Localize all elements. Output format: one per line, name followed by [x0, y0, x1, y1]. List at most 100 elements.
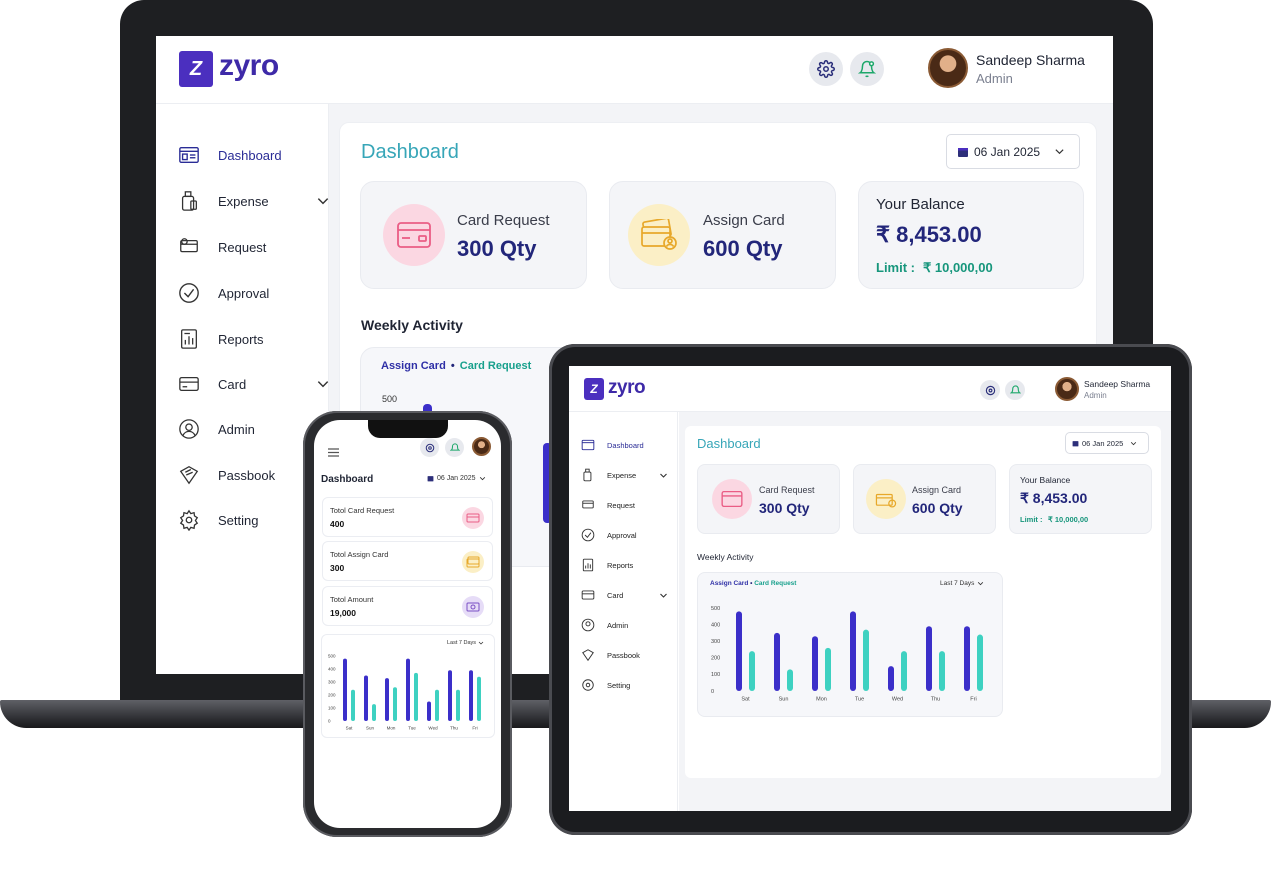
total-amount-row[interactable]: Totol Amount 19,000 — [322, 586, 493, 626]
card-request-card[interactable]: Card Request 300 Qty — [697, 464, 840, 534]
avatar[interactable] — [472, 437, 491, 456]
sidebar-item-approval[interactable]: Approval — [581, 528, 637, 542]
y-tick-label: 500 — [711, 606, 720, 612]
bar-card-request[interactable] — [977, 634, 983, 691]
limit-value: ₹ 10,000,00 — [1048, 515, 1089, 524]
settings-button[interactable] — [980, 380, 1000, 400]
bar-card-request[interactable] — [393, 687, 397, 721]
dashboard-icon — [581, 439, 595, 451]
bar-card-request[interactable] — [787, 669, 793, 691]
total-card-request-row[interactable]: Totol Card Request 400 — [322, 497, 493, 537]
sidebar-item-admin[interactable]: Admin — [581, 618, 628, 632]
bar-card-request[interactable] — [351, 689, 355, 721]
legend-assign-card: Assign Card — [381, 360, 446, 372]
bar-assign-card[interactable] — [888, 666, 894, 691]
sidebar-item-passbook[interactable]: Passbook — [581, 648, 640, 662]
sidebar-item-expense[interactable]: Expense — [178, 190, 329, 212]
limit-value: ₹ 10,000,00 — [923, 260, 993, 275]
sidebar-item-expense[interactable]: Expense — [581, 468, 669, 482]
logo-mark[interactable]: Z — [584, 378, 604, 400]
bar-card-request[interactable] — [939, 651, 945, 691]
user-icon — [179, 419, 199, 439]
logo-text[interactable]: zyro — [219, 49, 279, 83]
chevron-down-icon — [1055, 149, 1064, 155]
sidebar-item-approval[interactable]: Approval — [178, 282, 269, 304]
bar-assign-card[interactable] — [364, 675, 368, 722]
notifications-button[interactable] — [445, 438, 464, 457]
bar-assign-card[interactable] — [343, 658, 347, 721]
total-assign-card-row[interactable]: Totol Assign Card 300 — [322, 541, 493, 581]
card-request-value: 300 Qty — [457, 236, 537, 261]
menu-button[interactable] — [328, 444, 339, 462]
chevron-down-icon — [317, 381, 329, 388]
top-header: Z zyro Sandeep Sharma Admin — [156, 36, 1113, 104]
bar-assign-card[interactable] — [850, 611, 856, 691]
card-request-card[interactable]: Card Request 300 Qty — [360, 181, 587, 289]
balance-label: Your Balance — [1020, 475, 1071, 485]
bar-assign-card[interactable] — [812, 636, 818, 691]
logo-text[interactable]: zyro — [608, 377, 646, 399]
sidebar-item-setting[interactable]: Setting — [178, 509, 258, 531]
bar-assign-card[interactable] — [427, 701, 431, 722]
settings-button[interactable] — [809, 52, 843, 86]
weekly-activity-card: Assign Card • Card Request Last 7 Days 5… — [697, 572, 1003, 717]
sidebar-item-reports[interactable]: Reports — [178, 328, 264, 350]
settings-button[interactable] — [420, 438, 439, 457]
sidebar-item-label: Reports — [607, 560, 634, 570]
bar-assign-card[interactable] — [926, 626, 932, 691]
sidebar-item-dashboard[interactable]: Dashboard — [178, 144, 282, 166]
bar-card-request[interactable] — [863, 629, 869, 691]
range-value: Last 7 Days — [940, 580, 975, 587]
assign-card-label: Assign Card — [912, 485, 962, 495]
bar-card-request[interactable] — [414, 672, 418, 721]
assign-card-card[interactable]: Assign Card 600 Qty — [609, 181, 836, 289]
avatar[interactable] — [928, 48, 968, 88]
tablet-bar-chart: 500 400 300 200 100 0 Sat Sun Mon Tue Wed Thu Fri — [711, 606, 983, 703]
balance-card[interactable]: Your Balance ₹ 8,453.00 Limit : ₹ 10,000… — [858, 181, 1084, 289]
sidebar-item-dashboard[interactable]: Dashboard — [581, 438, 644, 452]
sidebar-item-admin[interactable]: Admin — [178, 418, 255, 440]
page-title: Dashboard — [361, 141, 459, 163]
date-picker[interactable]: 06 Jan 2025 — [946, 134, 1080, 169]
x-tick-label: Tue — [855, 697, 864, 703]
sidebar-item-label: Approval — [218, 285, 270, 301]
bar-assign-card[interactable] — [774, 632, 780, 691]
notifications-button[interactable] — [850, 52, 884, 86]
bar-assign-card[interactable] — [448, 670, 452, 721]
balance-value: ₹ 8,453.00 — [876, 222, 982, 247]
chevron-down-icon — [660, 593, 667, 598]
bar-assign-card[interactable] — [469, 670, 473, 721]
date-picker[interactable]: 06 Jan 2025 — [1065, 432, 1149, 454]
assign-card-card[interactable]: Assign Card 600 Qty — [853, 464, 996, 534]
bar-assign-card[interactable] — [385, 678, 389, 721]
bar-assign-card[interactable] — [406, 658, 410, 721]
sidebar-item-request[interactable]: Request — [581, 498, 635, 512]
range-select[interactable]: Last 7 Days — [447, 640, 484, 646]
sidebar-item-label: Approval — [607, 530, 637, 540]
bar-card-request[interactable] — [372, 704, 376, 721]
sidebar-item-request[interactable]: Request — [178, 236, 266, 258]
bar-assign-card[interactable] — [964, 626, 970, 691]
sidebar-item-passbook[interactable]: Passbook — [178, 464, 275, 486]
bar-card-request[interactable] — [456, 689, 460, 721]
bar-card-request[interactable] — [825, 647, 831, 691]
bar-card-request[interactable] — [477, 676, 481, 721]
legend-assign-card: Assign Card — [710, 580, 749, 587]
balance-card[interactable]: Your Balance ₹ 8,453.00 Limit : ₹ 10,000… — [1009, 464, 1152, 534]
avatar[interactable] — [1055, 377, 1079, 401]
sidebar-item-card[interactable]: Card — [581, 588, 669, 602]
logo-mark[interactable]: Z — [179, 51, 213, 87]
sidebar-item-setting[interactable]: Setting — [581, 678, 630, 692]
sidebar-item-card[interactable]: Card — [178, 373, 329, 395]
row-value: 300 — [330, 563, 345, 573]
date-picker[interactable]: 06 Jan 2025 — [427, 475, 486, 482]
card-request-icon-circle — [383, 204, 445, 266]
range-select[interactable]: Last 7 Days — [940, 580, 984, 587]
bar-card-request[interactable] — [749, 651, 755, 691]
chevron-down-icon — [478, 641, 484, 645]
sidebar-item-reports[interactable]: Reports — [581, 558, 633, 572]
bar-card-request[interactable] — [435, 689, 439, 721]
bar-assign-card[interactable] — [736, 611, 742, 691]
notifications-button[interactable] — [1005, 380, 1025, 400]
bar-card-request[interactable] — [901, 651, 907, 691]
